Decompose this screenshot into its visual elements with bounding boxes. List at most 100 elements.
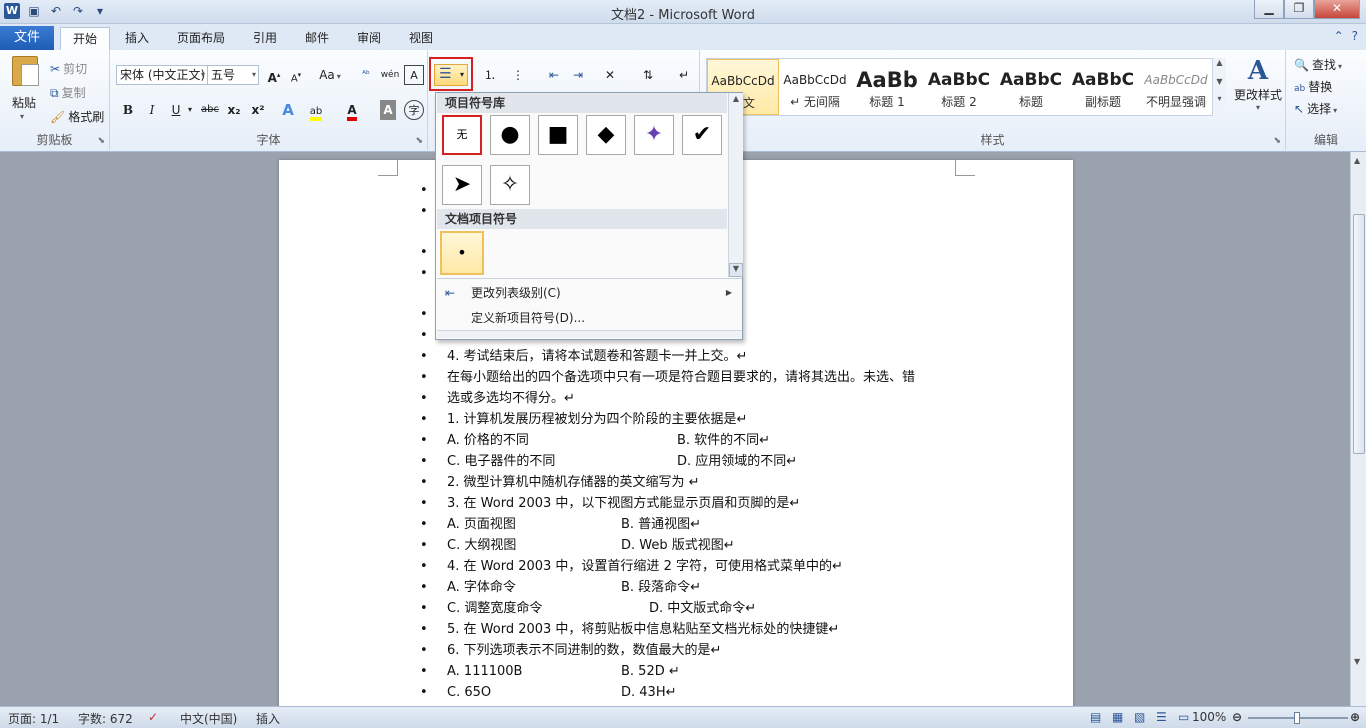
clear-format-icon[interactable]: ᴬᵇ	[356, 65, 376, 85]
multilevel-list-icon[interactable]: ⋮	[508, 65, 528, 85]
style-item[interactable]: AaBbCcDd ↵ 无间隔	[779, 59, 851, 115]
line-text: 2. 微型计算机中随机存储器的英文缩写为 ↵	[447, 475, 700, 490]
more-styles-icon[interactable]: ▾	[1213, 94, 1226, 103]
bullet-square-option[interactable]: ■	[538, 115, 578, 155]
zoom-out-icon[interactable]: ⊖	[1232, 710, 1242, 724]
paste-button[interactable]: 粘贴	[12, 94, 36, 111]
change-styles-button[interactable]: A 更改样式 ▾	[1230, 56, 1286, 112]
minimize-button[interactable]: ▁	[1254, 0, 1284, 19]
scroll-down-icon[interactable]: ▼	[1213, 77, 1226, 86]
bullets-button[interactable]: ☰ ▾	[434, 64, 468, 86]
tab-page-layout[interactable]: 页面布局	[170, 27, 232, 50]
italic-button[interactable]: I	[142, 100, 162, 120]
styles-launcher-icon[interactable]: ⬊	[1273, 136, 1281, 146]
bullet-none-option[interactable]: 无	[442, 115, 482, 155]
style-item[interactable]: AaBbC 副标题	[1067, 59, 1139, 115]
font-color-icon[interactable]: A	[342, 100, 362, 121]
show-marks-icon[interactable]: ↵	[674, 65, 694, 85]
font-size-combo[interactable]: 五号 ▾	[207, 65, 259, 85]
change-list-level-item[interactable]: ⇤ 更改列表级别(C) ▶	[437, 281, 742, 305]
bullet-star-option[interactable]: ✦	[634, 115, 674, 155]
style-item[interactable]: AaBb 标题 1	[851, 59, 923, 115]
chinese-layout-icon[interactable]: ✕	[600, 65, 620, 85]
full-screen-icon[interactable]: ▦	[1112, 710, 1123, 724]
line-text: 4. 考试结束后，请将本试题卷和答题卡一并上交。↵	[447, 349, 748, 364]
define-new-bullet-item[interactable]: 定义新项目符号(D)...	[437, 306, 742, 330]
grow-font-button[interactable]: A▴	[264, 65, 284, 85]
superscript-button[interactable]: x²	[248, 100, 268, 120]
help-icon[interactable]: ?	[1352, 29, 1358, 43]
zoom-slider-thumb[interactable]	[1294, 712, 1300, 724]
print-layout-icon[interactable]: ▤	[1090, 710, 1101, 724]
bullet-diamond-option[interactable]: ◆	[586, 115, 626, 155]
zoom-in-icon[interactable]: ⊕	[1350, 710, 1360, 724]
tab-mailings[interactable]: 邮件	[294, 27, 340, 50]
outline-icon[interactable]: ☰	[1156, 710, 1167, 724]
font-launcher-icon[interactable]: ⬊	[415, 136, 423, 146]
bullet-check-option[interactable]: ✔	[682, 115, 722, 155]
scroll-up-icon[interactable]: ▲	[1213, 58, 1226, 67]
increase-indent-icon[interactable]: ⇥	[568, 65, 588, 85]
subscript-button[interactable]: x₂	[224, 100, 244, 120]
clipboard-launcher-icon[interactable]: ⬊	[97, 136, 105, 146]
bullet-menu-scrollbar[interactable]: ▲ ▼	[728, 93, 743, 277]
cut-button[interactable]: ✂ 剪切	[50, 60, 87, 77]
bold-button[interactable]: B	[118, 100, 138, 120]
shrink-font-button[interactable]: A▾	[286, 65, 306, 85]
highlight-icon[interactable]: ab	[306, 100, 326, 121]
style-item[interactable]: AaBbC 标题	[995, 59, 1067, 115]
draft-icon[interactable]: ▭	[1178, 710, 1189, 724]
paste-icon[interactable]	[12, 56, 39, 86]
document-bullet-option[interactable]: •	[440, 231, 484, 275]
bullet-sparkle-option[interactable]: ✧	[490, 165, 530, 205]
numbering-icon[interactable]: ⒈	[480, 65, 500, 85]
scroll-down-icon[interactable]: ▼	[729, 263, 743, 277]
character-border-icon[interactable]: A	[404, 65, 424, 85]
paste-dropdown-icon[interactable]: ▾	[20, 112, 24, 121]
format-painter-button[interactable]: 🖌 格式刷	[50, 108, 104, 125]
copy-button[interactable]: ⧉ 复制	[50, 84, 86, 101]
select-button[interactable]: ↖ 选择 ▾	[1294, 100, 1337, 117]
scroll-up-icon[interactable]: ▲	[1354, 156, 1360, 165]
tab-file[interactable]: 文件	[0, 26, 54, 50]
language-status[interactable]: 中文(中国)	[180, 710, 237, 727]
font-name-combo[interactable]: 宋体 (中文正文) ▾	[116, 65, 208, 85]
zoom-level[interactable]: 100%	[1192, 710, 1226, 724]
insert-mode-status[interactable]: 插入	[256, 710, 280, 727]
tab-review[interactable]: 审阅	[346, 27, 392, 50]
scroll-thumb[interactable]	[1353, 214, 1365, 454]
change-case-button[interactable]: Aa ▾	[316, 65, 344, 85]
scroll-down-icon[interactable]: ▼	[1354, 657, 1360, 666]
bullet-filled-circle-option[interactable]: ●	[490, 115, 530, 155]
tab-home[interactable]: 开始	[60, 27, 110, 50]
scroll-up-icon[interactable]: ▲	[730, 94, 742, 106]
style-item[interactable]: AaBbCcDd 不明显强调	[1139, 59, 1213, 115]
character-shading-icon[interactable]: A	[380, 100, 396, 120]
bullet-arrow-option[interactable]: ➤	[442, 165, 482, 205]
page-count[interactable]: 页面: 1/1	[8, 710, 59, 727]
style-item[interactable]: AaBbC 标题 2	[923, 59, 995, 115]
text-effects-icon[interactable]: A	[278, 100, 298, 120]
enclose-characters-icon[interactable]: 字	[404, 100, 424, 120]
tab-references[interactable]: 引用	[242, 27, 288, 50]
proofing-icon[interactable]: ✓	[148, 710, 158, 724]
maximize-button[interactable]: ❐	[1284, 0, 1314, 19]
close-button[interactable]: ✕	[1314, 0, 1360, 19]
sort-icon[interactable]: ⇅	[638, 65, 658, 85]
line-text-column-2: D. 应用领域的不同↵	[677, 454, 798, 469]
underline-dropdown-icon[interactable]: ▾	[180, 100, 200, 120]
replace-button[interactable]: ab 替换	[1294, 78, 1332, 95]
decrease-indent-icon[interactable]: ⇤	[544, 65, 564, 85]
minimize-ribbon-icon[interactable]: ⌃	[1334, 29, 1344, 43]
find-button[interactable]: 🔍 查找 ▾	[1294, 56, 1342, 73]
strikethrough-button[interactable]: abc	[200, 100, 220, 120]
window-title: 文档2 - Microsoft Word	[611, 8, 755, 23]
tab-insert[interactable]: 插入	[114, 27, 160, 50]
vertical-scrollbar[interactable]: ▲ ▼	[1350, 152, 1366, 706]
phonetic-guide-icon[interactable]: wén	[380, 65, 400, 85]
web-layout-icon[interactable]: ▧	[1134, 710, 1145, 724]
word-count[interactable]: 字数: 672	[78, 710, 133, 727]
menu-resize-grip[interactable]	[437, 330, 742, 338]
styles-gallery-scroll[interactable]: ▲ ▼ ▾	[1212, 58, 1226, 116]
tab-view[interactable]: 视图	[398, 27, 444, 50]
